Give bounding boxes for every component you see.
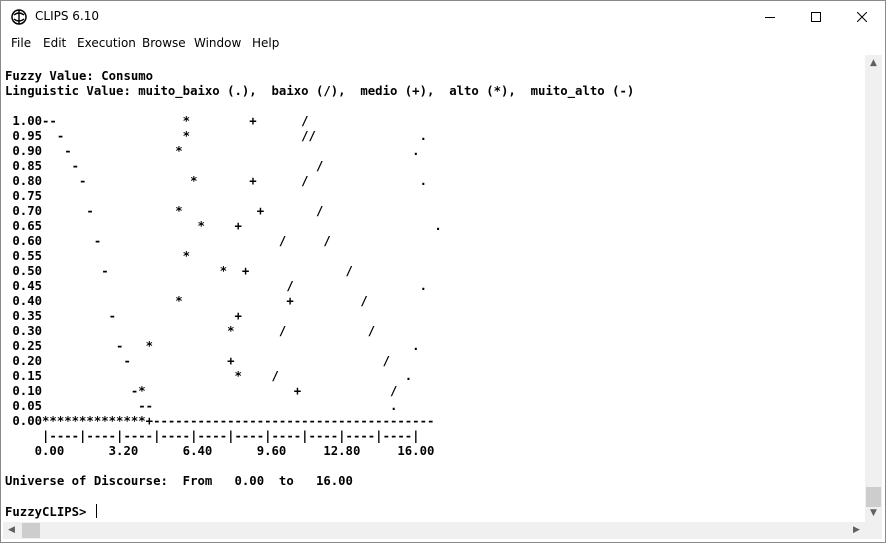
menu-edit[interactable]: Edit: [43, 36, 66, 50]
plot-row: 0.40 * + /: [5, 294, 368, 308]
console-text: Fuzzy Value: Consumo Linguistic Value: m…: [5, 69, 634, 520]
plot-row: 1.00-- * + /: [5, 114, 309, 128]
horizontal-scroll-thumb[interactable]: [22, 523, 40, 538]
plot-row: 0.10 -* + /: [5, 384, 398, 398]
menu-file[interactable]: File: [11, 36, 31, 50]
plot-axis-ruler: |----|----|----|----|----|----|----|----…: [5, 429, 420, 443]
clips-app-icon: [11, 9, 27, 25]
plot-row: 0.65 * + .: [5, 219, 442, 233]
minimize-icon: [765, 17, 775, 18]
clips-window: CLIPS 6.10 File Edit Execution Browse Wi…: [0, 0, 886, 543]
plot-row: 0.00**************+---------------------…: [5, 414, 435, 428]
console-line: Linguistic Value: muito_baixo (.), baixo…: [5, 84, 635, 98]
universe-of-discourse: Universe of Discourse: From 0.00 to 16.0…: [5, 474, 353, 488]
plot-row: 0.45 / .: [5, 279, 427, 293]
menu-bar: File Edit Execution Browse Window Help: [1, 34, 885, 54]
vertical-scroll-thumb[interactable]: [866, 487, 881, 507]
menu-window[interactable]: Window: [194, 36, 241, 50]
scroll-up-arrow-icon[interactable]: ▲: [865, 55, 882, 72]
maximize-icon: [811, 12, 821, 22]
plot-row: 0.25 - * .: [5, 339, 420, 353]
plot-row: 0.15 * / .: [5, 369, 413, 383]
plot-row: 0.05 -- .: [5, 399, 398, 413]
text-caret: [95, 504, 97, 518]
plot-row: 0.35 - +: [5, 309, 242, 323]
console-line: Fuzzy Value: Consumo: [5, 69, 154, 83]
command-prompt: FuzzyCLIPS>: [5, 505, 94, 519]
window-title: CLIPS 6.10: [35, 9, 99, 23]
maximize-button[interactable]: [793, 1, 839, 33]
vertical-scrollbar[interactable]: ▲ ▼: [865, 55, 882, 522]
plot-row: 0.95 - * // .: [5, 129, 427, 143]
close-button[interactable]: [839, 1, 885, 33]
plot-row: 0.55 *: [5, 249, 191, 263]
menu-execution[interactable]: Execution: [77, 36, 136, 50]
scroll-down-arrow-icon[interactable]: ▼: [865, 505, 882, 522]
plot-row: 0.80 - * + / .: [5, 174, 427, 188]
menu-help[interactable]: Help: [252, 36, 279, 50]
scroll-left-arrow-icon[interactable]: ◀: [3, 522, 20, 539]
scrollbar-corner: [865, 522, 882, 539]
plot-axis-labels: 0.00 3.20 6.40 9.60 12.80 16.00: [5, 444, 435, 458]
horizontal-scrollbar[interactable]: ◀ ▶: [3, 522, 865, 539]
plot-row: 0.20 - + /: [5, 354, 390, 368]
title-bar[interactable]: CLIPS 6.10: [1, 1, 885, 33]
minimize-button[interactable]: [747, 1, 793, 33]
plot-row: 0.90 - * .: [5, 144, 420, 158]
scroll-right-arrow-icon[interactable]: ▶: [848, 522, 865, 539]
close-icon: [857, 12, 867, 22]
plot-row: 0.60 - / /: [5, 234, 331, 248]
menu-browse[interactable]: Browse: [142, 36, 186, 50]
console-output[interactable]: Fuzzy Value: Consumo Linguistic Value: m…: [3, 55, 865, 522]
plot-row: 0.70 - * + /: [5, 204, 324, 218]
plot-row: 0.75: [5, 189, 43, 203]
plot-row: 0.50 - * + /: [5, 264, 353, 278]
plot-row: 0.85 - /: [5, 159, 324, 173]
plot-row: 0.30 * / /: [5, 324, 376, 338]
